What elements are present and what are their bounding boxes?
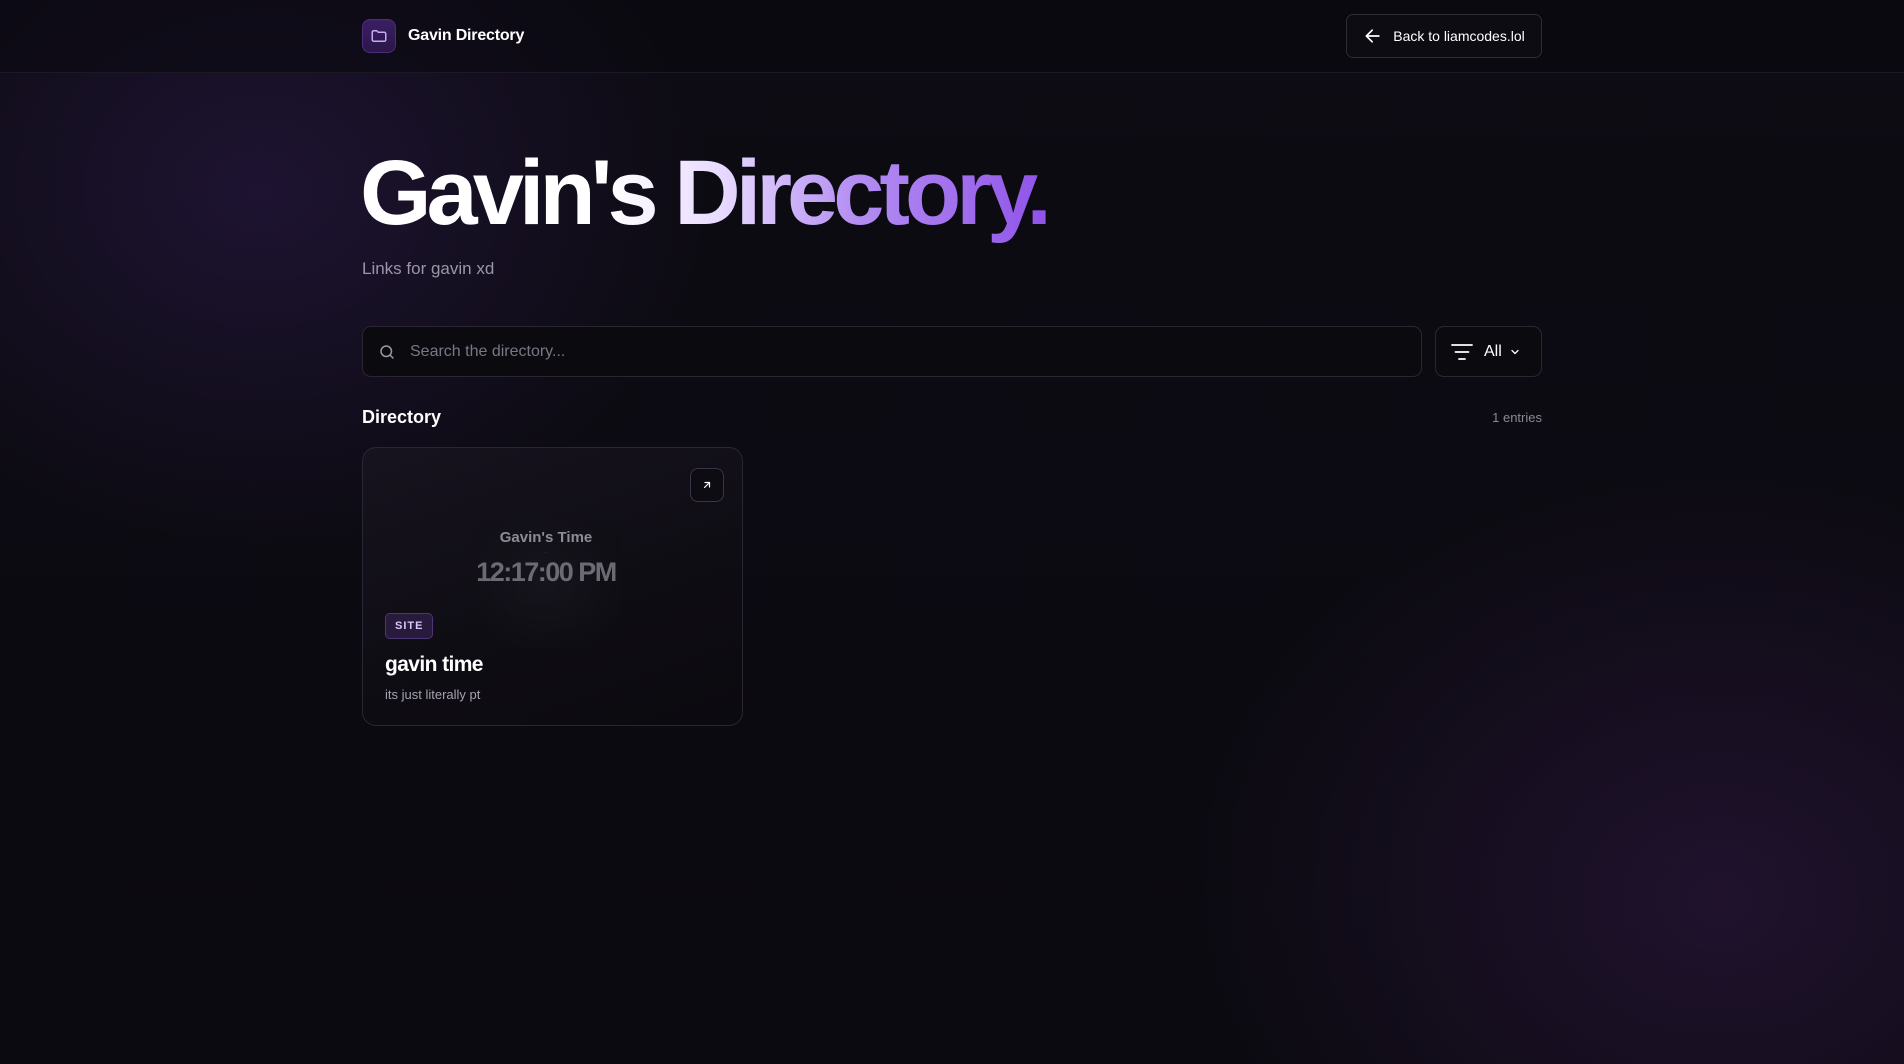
preview-heading: Gavin's Time <box>499 529 593 546</box>
preview-small-text: ··· <box>544 550 548 555</box>
search-input[interactable] <box>408 330 1421 373</box>
type-badge: SITE <box>385 613 434 639</box>
search-icon <box>378 343 396 361</box>
filter-selected-value: All <box>1484 342 1502 360</box>
brand[interactable]: Gavin Directory <box>362 19 524 53</box>
filter-lines-icon <box>1451 343 1473 361</box>
back-to-site-label: Back to liamcodes.lol <box>1393 28 1525 44</box>
arrow-up-right-icon <box>701 479 713 491</box>
card-description: its just literally pt <box>385 687 481 702</box>
folder-icon <box>362 19 396 53</box>
entry-count: 1 entries <box>1492 410 1542 425</box>
arrow-left-icon <box>1363 26 1383 46</box>
preview-time: 12:17:00 PM <box>476 557 617 587</box>
chevron-down-icon <box>1509 346 1521 358</box>
section-title: Directory <box>362 407 442 427</box>
page-subtitle: Links for gavin xd <box>362 259 495 278</box>
top-bar: Gavin Directory Back to liamcodes.lol <box>0 0 1904 73</box>
back-to-site-button[interactable]: Back to liamcodes.lol <box>1346 14 1542 58</box>
search-box[interactable] <box>362 326 1422 377</box>
page-title: Gavin's Directory. <box>360 138 1052 248</box>
directory-card[interactable]: Gavin's Time ··· 12:17:00 PM SITE gavin … <box>362 447 743 726</box>
filter-dropdown[interactable]: All <box>1435 326 1542 377</box>
site-preview-thumbnail: Gavin's Time ··· 12:17:00 PM <box>471 518 621 648</box>
card-title: gavin time <box>385 653 483 676</box>
open-external-button[interactable] <box>690 468 724 502</box>
brand-name: Gavin Directory <box>408 27 525 44</box>
